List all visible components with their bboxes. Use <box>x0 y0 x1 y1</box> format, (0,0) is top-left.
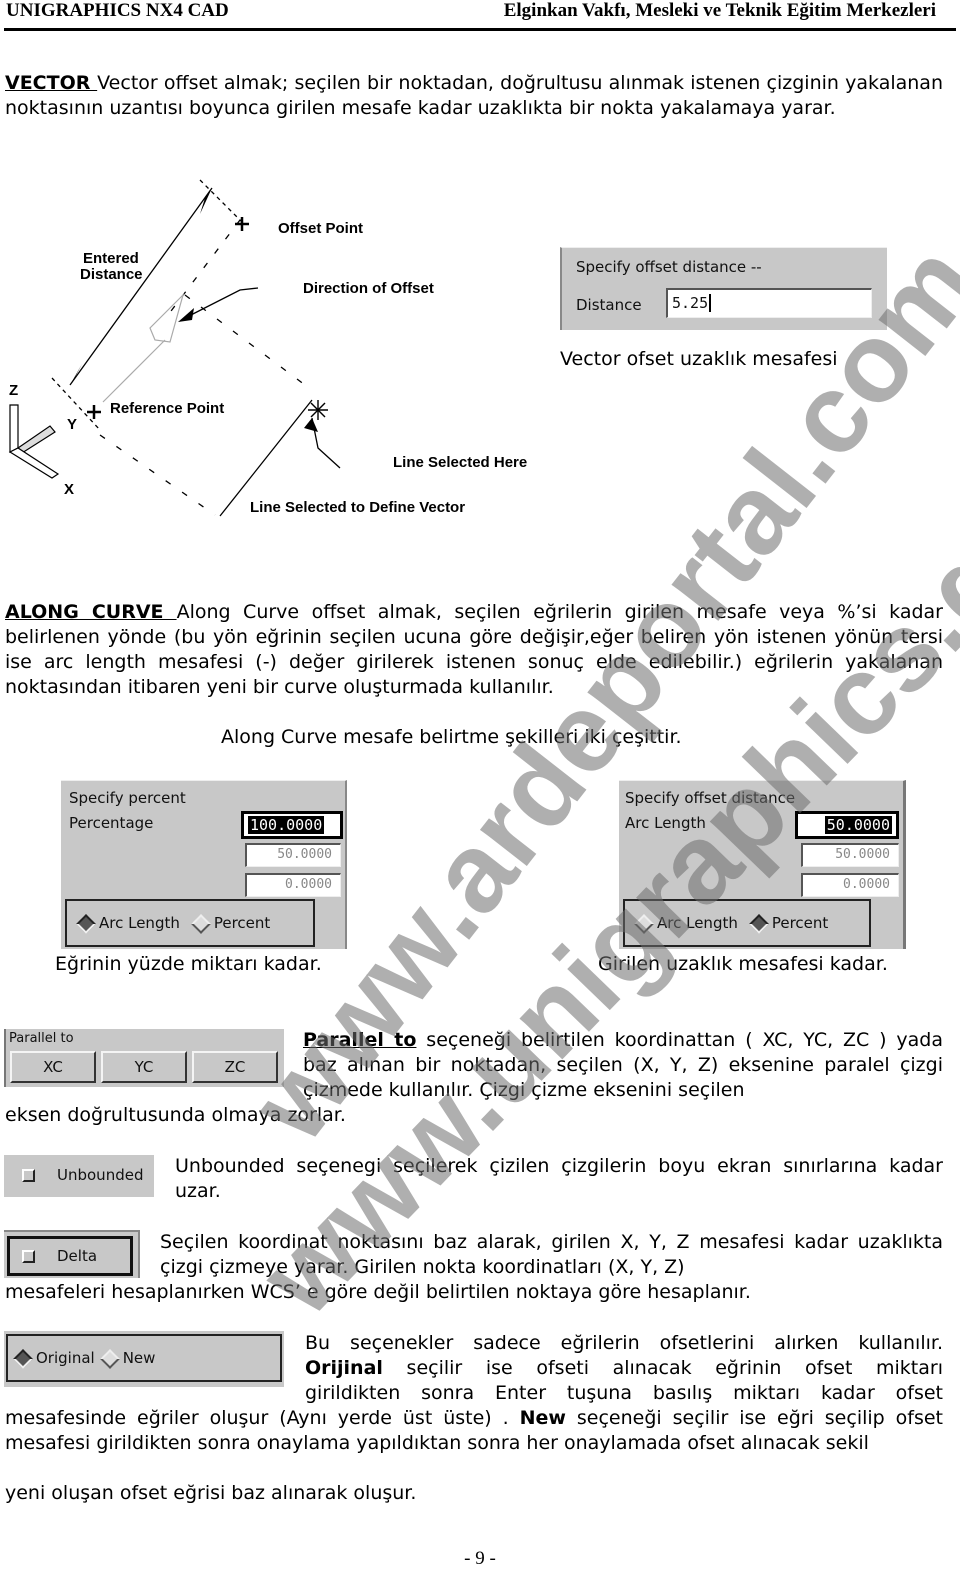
header-right-title: Elginkan Vakfı, Mesleki ve Teknik Eğitim… <box>503 0 936 21</box>
checkbox-icon <box>22 1169 35 1182</box>
radio-percent[interactable]: Percent <box>190 913 270 934</box>
percent-mode-radiogroup: Arc Length Percent <box>65 899 315 947</box>
radio-new[interactable]: New <box>99 1348 155 1369</box>
arrowhead-line-selected <box>304 418 318 432</box>
offset-point-plus-icon <box>235 217 249 231</box>
along-curve-keyword: ALONG CURVE <box>5 601 177 623</box>
radio-unselected-icon <box>99 1348 120 1369</box>
yc-button[interactable]: YC <box>101 1051 187 1083</box>
orig-new-line1: Bu seçenekler sadece eğrilerin ofsetleri… <box>305 1332 943 1354</box>
radio-percent[interactable]: Percent <box>748 913 828 934</box>
orig-new-line5: yeni oluşan ofset eğrisi baz alınarak ol… <box>5 1482 417 1504</box>
percentage-min-field: 0.0000 <box>245 873 341 897</box>
vector-keyword: VECTOR <box>5 72 98 94</box>
original-new-panel: Original New <box>4 1331 284 1387</box>
checkbox-icon <box>22 1250 35 1263</box>
label-line-define-vector: Line Selected to Define Vector <box>250 499 466 516</box>
label-reference-point: Reference Point <box>110 400 225 417</box>
arc-length-max-field: 50.0000 <box>801 843 899 867</box>
direction-leader <box>184 287 259 319</box>
vector-dialog-prompt: Specify offset distance -- <box>576 258 762 276</box>
orig-new-line4: mesafesinde eğriler oluşur (Aynı yerde ü… <box>5 1407 943 1454</box>
entered-distance-dimension-line <box>69 187 213 386</box>
label-offset-point: Offset Point <box>278 220 363 237</box>
axis-label-y: Y <box>67 416 78 433</box>
page-number: - 9 - <box>464 1548 496 1569</box>
arrowhead-bottom <box>70 364 82 385</box>
parallel-to-title: Parallel to <box>9 1031 74 1046</box>
header-left-title: UNIGRAPHICS NX4 CAD <box>6 0 229 21</box>
percent-caption: Eğrinin yüzde miktarı kadar. <box>55 953 322 975</box>
radio-unselected-icon <box>190 913 211 934</box>
label-line-selected-here: Line Selected Here <box>393 454 528 471</box>
vector-text: Vector offset almak; seçilen bir noktada… <box>5 72 943 119</box>
axis-label-x: X <box>64 481 75 498</box>
delta-toggle-frame: Delta <box>4 1230 140 1278</box>
axis-label-z: Z <box>9 382 19 399</box>
direction-cone-icon <box>102 292 185 403</box>
line-selected-here-leader <box>311 417 341 469</box>
radio-arc-length[interactable]: Arc Length <box>76 913 180 934</box>
text-cursor <box>709 294 712 312</box>
percentage-max-field: 50.0000 <box>245 843 341 867</box>
label-direction-of-offset: Direction of Offset <box>303 280 434 297</box>
arc-length-min-field: 0.0000 <box>801 873 899 897</box>
percent-dialog: Specify percent Percentage 100.0000 50.0… <box>61 780 347 949</box>
radio-selected-icon <box>13 1348 33 1369</box>
lower-guide-line <box>99 434 216 516</box>
orig-new-line2: Orijinal seçilir ise ofseti alınacak eğr… <box>305 1357 943 1379</box>
arrowhead-direction <box>178 308 194 322</box>
percentage-input[interactable]: 100.0000 <box>241 811 343 839</box>
vector-paragraph: VECTOR Vector offset almak; seçilen bir … <box>5 71 943 121</box>
unbounded-toggle[interactable]: Unbounded <box>4 1155 154 1197</box>
extension-line-top <box>199 179 246 226</box>
percentage-label: Percentage <box>69 814 154 832</box>
distance-label: Distance <box>576 296 642 314</box>
radio-original[interactable]: Original <box>13 1348 95 1369</box>
radio-selected-icon <box>748 913 769 934</box>
xc-button[interactable]: XC <box>10 1051 96 1083</box>
label-distance: Distance <box>80 266 143 283</box>
radio-selected-icon <box>76 913 96 934</box>
header-divider <box>4 28 956 31</box>
delta-toggle[interactable]: Delta <box>7 1236 133 1276</box>
orig-new-line3: girildikten sonra Enter tuşuna basılış m… <box>305 1382 943 1404</box>
arrowhead-top <box>200 188 212 214</box>
percent-prompt: Specify percent <box>69 789 186 807</box>
selection-star-icon <box>308 400 328 420</box>
wcs-triad-icon <box>8 404 60 479</box>
reference-point-plus-icon <box>87 405 101 419</box>
original-new-radiogroup: Original New <box>6 1334 282 1382</box>
label-entered: Entered <box>83 250 139 267</box>
